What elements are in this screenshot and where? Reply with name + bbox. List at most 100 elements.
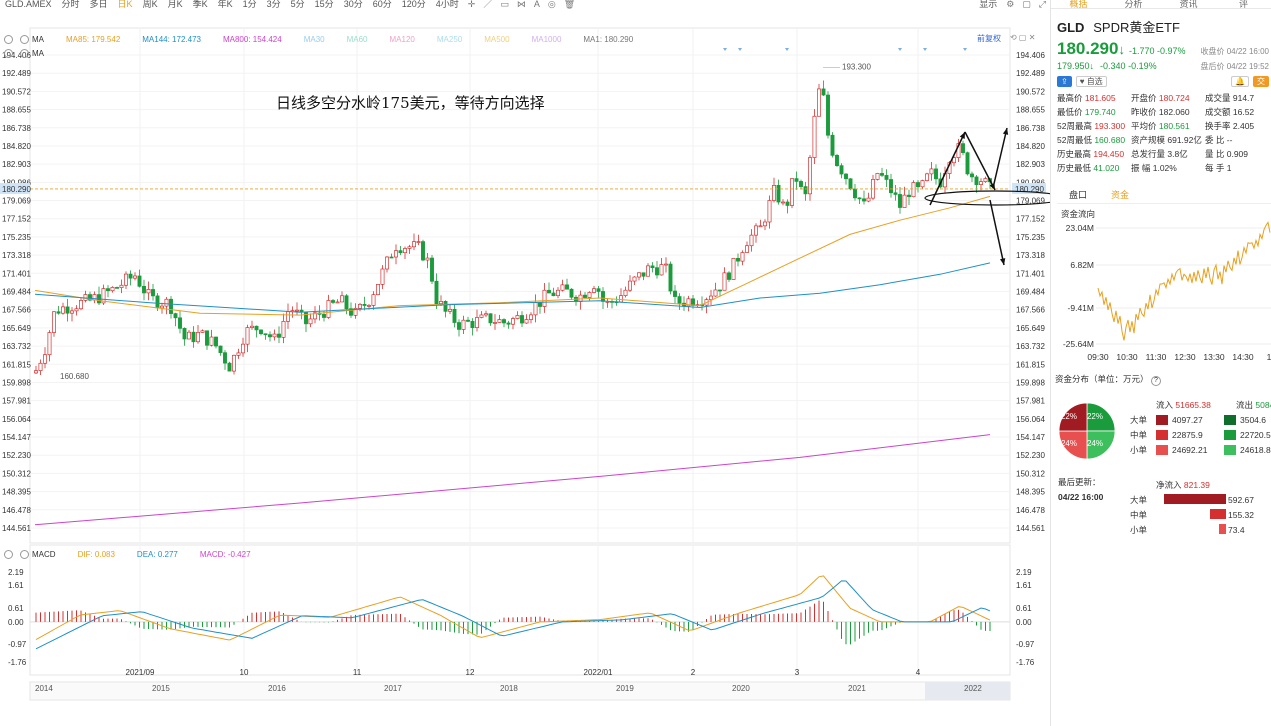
stat-item: 振 幅 1.02% — [1131, 162, 1205, 174]
eye-icon[interactable] — [20, 34, 29, 44]
candle-body — [502, 319, 506, 324]
panel-tab[interactable]: 资讯 — [1161, 0, 1216, 9]
last-price-tag-left-text: 180.290 — [2, 185, 31, 194]
candle-body — [425, 257, 430, 261]
candle-body — [569, 288, 574, 298]
candle-body — [916, 182, 920, 188]
eye-icon[interactable] — [20, 549, 29, 559]
candle-body — [524, 319, 529, 324]
candle-body — [457, 322, 461, 330]
candle-body — [448, 308, 452, 312]
candle-body — [191, 331, 196, 343]
kline-chart[interactable]: 194.406 194.406192.489 192.489190.572 190.5… — [0, 0, 1050, 726]
price-axis-left: 184.820 — [2, 142, 31, 151]
eye-icon[interactable] — [20, 48, 29, 58]
candle-body — [866, 197, 871, 202]
candle-body — [241, 343, 245, 354]
candle-body — [385, 256, 389, 270]
stat-item: 52周最低 160.680 — [1057, 134, 1131, 146]
panel-tab[interactable]: 概括 — [1051, 0, 1106, 9]
price-axis-right: 194.406 — [1016, 51, 1045, 60]
candle-body — [412, 241, 416, 248]
sub-tab[interactable]: 资金 — [1099, 188, 1141, 201]
share-icon[interactable]: ⇪ — [1057, 76, 1072, 87]
price-axis-left: 148.395 — [2, 488, 31, 497]
stat-label: 最低价 — [1057, 107, 1083, 117]
annotation-text: 日线多空分水岭175美元，等待方向选择 — [276, 94, 545, 112]
candle-body — [772, 185, 776, 201]
candle-body — [934, 168, 938, 180]
x-axis-label: 3 — [795, 668, 800, 677]
candle-body — [650, 265, 655, 269]
candle-body — [619, 295, 623, 303]
dea-value: DEA: 0.277 — [136, 549, 178, 559]
stat-label: 资产规模 — [1131, 135, 1166, 145]
candle-body — [119, 284, 124, 288]
last-update: 最后更新： 04/22 16:00 — [1058, 476, 1103, 502]
candle-body — [848, 178, 853, 190]
candle-body — [560, 284, 565, 291]
flow-axis-label: 6.82M — [1070, 260, 1094, 270]
stock-header: GLD SPDR黄金ETF 180.290 ↓ -1.770 -0.97% 收盘… — [1051, 9, 1271, 220]
stat-value: 41.020 — [1091, 163, 1120, 173]
dea-line — [35, 580, 991, 650]
candle-body — [56, 311, 61, 314]
price-axis-right: 146.478 — [1016, 506, 1045, 515]
panel-tab[interactable]: 分析 — [1106, 0, 1161, 9]
candle-body — [74, 308, 79, 312]
bell-icon[interactable]: 🔔 — [1231, 76, 1249, 87]
price-axis-right: 156.064 — [1016, 415, 1045, 424]
stat-label: 昨收价 — [1131, 107, 1157, 117]
candle-body — [416, 241, 421, 243]
candle-body — [38, 362, 43, 371]
timeline-label: 2019 — [616, 684, 634, 693]
candle-body — [214, 336, 218, 347]
net-amount: 155.32 — [1228, 509, 1254, 520]
panel-tab[interactable]: 评 — [1216, 0, 1271, 9]
x-axis-label: 2021/09 — [126, 668, 155, 677]
candle-body — [673, 290, 677, 297]
quote-stats: 最高价 181.605 开盘价 180.724 成交量 914.7 最低价 179.7… — [1057, 92, 1271, 174]
candle-body — [844, 173, 848, 180]
macd-axis-right: 0.00 — [1016, 618, 1032, 627]
stat-label: 成交量 — [1205, 93, 1231, 103]
x-axis-label: 2022/01 — [584, 668, 613, 677]
stat-value: 194.450 — [1091, 149, 1125, 159]
sub-tab[interactable]: 盘口 — [1057, 188, 1099, 201]
flow-time-label: 09:30 — [1087, 352, 1109, 362]
ma85-value: MA85: 179.542 — [66, 34, 121, 44]
distribution-pie: 22% 24% 24% 22% — [1058, 402, 1116, 460]
trade-button[interactable]: 交 — [1253, 76, 1269, 87]
favorite-button[interactable]: ♥ 自选 — [1075, 76, 1107, 87]
candle-body — [592, 288, 596, 293]
candle-body — [277, 333, 281, 338]
candle-body — [785, 201, 790, 206]
net-label: 净流入 — [1156, 479, 1182, 490]
candle-body — [628, 280, 632, 291]
price-axis-right: 182.903 — [1016, 160, 1045, 169]
candle-body — [929, 168, 934, 175]
macd-label: MACD — [32, 549, 56, 559]
net-bar — [1219, 523, 1226, 534]
settings-icon[interactable] — [4, 549, 13, 559]
settings-icon[interactable] — [4, 34, 13, 44]
price-axis-right: 184.820 — [1016, 142, 1045, 151]
candle-body — [367, 305, 371, 307]
price-axis-left: 175.235 — [2, 233, 31, 242]
help-icon[interactable]: ? — [1150, 376, 1161, 386]
candle-body — [380, 268, 385, 285]
net-row: 中单 155.32 — [1130, 507, 1254, 522]
settings-icon[interactable] — [4, 48, 13, 58]
price-axis-right: 175.235 — [1016, 233, 1045, 242]
price-axis-right: 161.815 — [1016, 360, 1045, 369]
candle-body — [254, 325, 259, 331]
price-axis-right: 186.738 — [1016, 124, 1045, 133]
candle-body — [506, 322, 511, 325]
stat-label: 总发行量 — [1131, 149, 1166, 159]
adjust-mode[interactable]: 前复权 — [977, 33, 1001, 44]
inflow-amount: 24692.21 — [1172, 444, 1208, 455]
chart-tool-icons[interactable]: ⟲ ▢ ✕ — [1010, 33, 1035, 42]
candle-body — [803, 186, 808, 195]
outflow-amount: 3504.6 — [1240, 414, 1266, 425]
candle-body — [925, 173, 929, 181]
